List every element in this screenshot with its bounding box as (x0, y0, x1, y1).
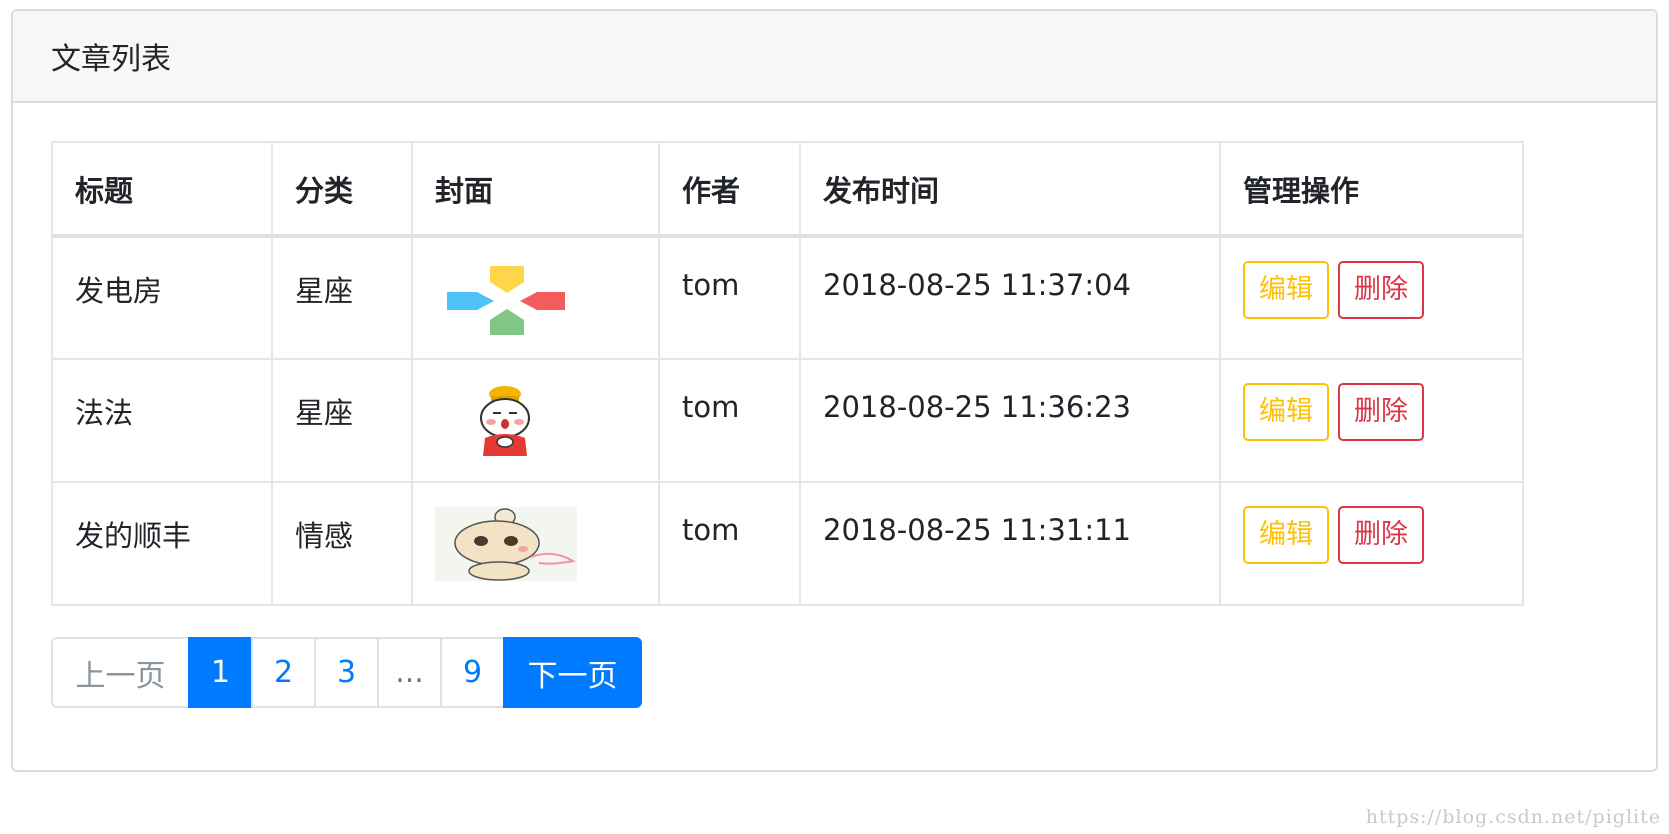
delete-button[interactable]: 删除 (1338, 261, 1424, 319)
column-header-actions: 管理操作 (1219, 141, 1524, 238)
edit-button[interactable]: 编辑 (1243, 261, 1329, 319)
page-title: 文章列表 (51, 42, 171, 77)
table-row: 发电房 星座 tom 2018-08-25 11:37:04 编辑 删除 (51, 235, 1524, 360)
table-row: 发的顺丰 情感 tom 2018-08-25 11:31:11 编辑 删除 (51, 481, 1524, 606)
article-table: 标题 分类 封面 作者 发布时间 管理操作 发电房 星座 tom 2018-08… (51, 141, 1524, 606)
cell-actions: 编辑 删除 (1219, 358, 1524, 483)
column-header-category: 分类 (271, 141, 413, 238)
page-ellipsis: ... (377, 637, 442, 708)
cell-title: 发电房 (51, 235, 273, 360)
page-1-button[interactable]: 1 (188, 637, 253, 708)
cell-category: 星座 (271, 235, 413, 360)
cell-author: tom (658, 358, 801, 483)
page-9-button[interactable]: 9 (440, 637, 505, 708)
cell-publish-time: 2018-08-25 11:36:23 (799, 358, 1221, 483)
edit-button[interactable]: 编辑 (1243, 506, 1329, 564)
cell-cover (411, 481, 660, 606)
column-header-title: 标题 (51, 141, 273, 238)
cell-publish-time: 2018-08-25 11:37:04 (799, 235, 1221, 360)
cell-cover (411, 235, 660, 360)
table-row: 法法 星座 tom 2018-08-25 11:36:23 编辑 删除 (51, 358, 1524, 483)
page-2-button[interactable]: 2 (251, 637, 316, 708)
delete-button[interactable]: 删除 (1338, 506, 1424, 564)
delete-button[interactable]: 删除 (1338, 383, 1424, 441)
cartoon-cat-bun-image (435, 507, 577, 581)
cell-publish-time: 2018-08-25 11:31:11 (799, 481, 1221, 606)
edit-button[interactable]: 编辑 (1243, 383, 1329, 441)
cell-title: 发的顺丰 (51, 481, 273, 606)
column-header-publish-time: 发布时间 (799, 141, 1221, 238)
cell-category: 情感 (271, 481, 413, 606)
cell-actions: 编辑 删除 (1219, 481, 1524, 606)
column-header-author: 作者 (658, 141, 801, 238)
cell-cover (411, 358, 660, 483)
article-list-card: 文章列表 标题 分类 封面 作者 发布时间 管理操作 发电房 星座 tom 20… (11, 9, 1658, 772)
cell-category: 星座 (271, 358, 413, 483)
colorful-cross-logo-image (447, 266, 565, 335)
cell-author: tom (658, 235, 801, 360)
card-body: 标题 分类 封面 作者 发布时间 管理操作 发电房 星座 tom 2018-08… (13, 103, 1656, 708)
cell-title: 法法 (51, 358, 273, 483)
column-header-cover: 封面 (411, 141, 660, 238)
next-page-button[interactable]: 下一页 (503, 637, 642, 708)
previous-page-button[interactable]: 上一页 (51, 637, 190, 708)
page-3-button[interactable]: 3 (314, 637, 379, 708)
pagination: 上一页 1 2 3 ... 9 下一页 (51, 637, 1618, 708)
cell-author: tom (658, 481, 801, 606)
table-header-row: 标题 分类 封面 作者 发布时间 管理操作 (51, 141, 1524, 238)
card-header: 文章列表 (13, 11, 1656, 103)
cartoon-cat-new-year-image (480, 386, 530, 456)
watermark: https://blog.csdn.net/piglite (1365, 806, 1661, 828)
cell-actions: 编辑 删除 (1219, 235, 1524, 360)
